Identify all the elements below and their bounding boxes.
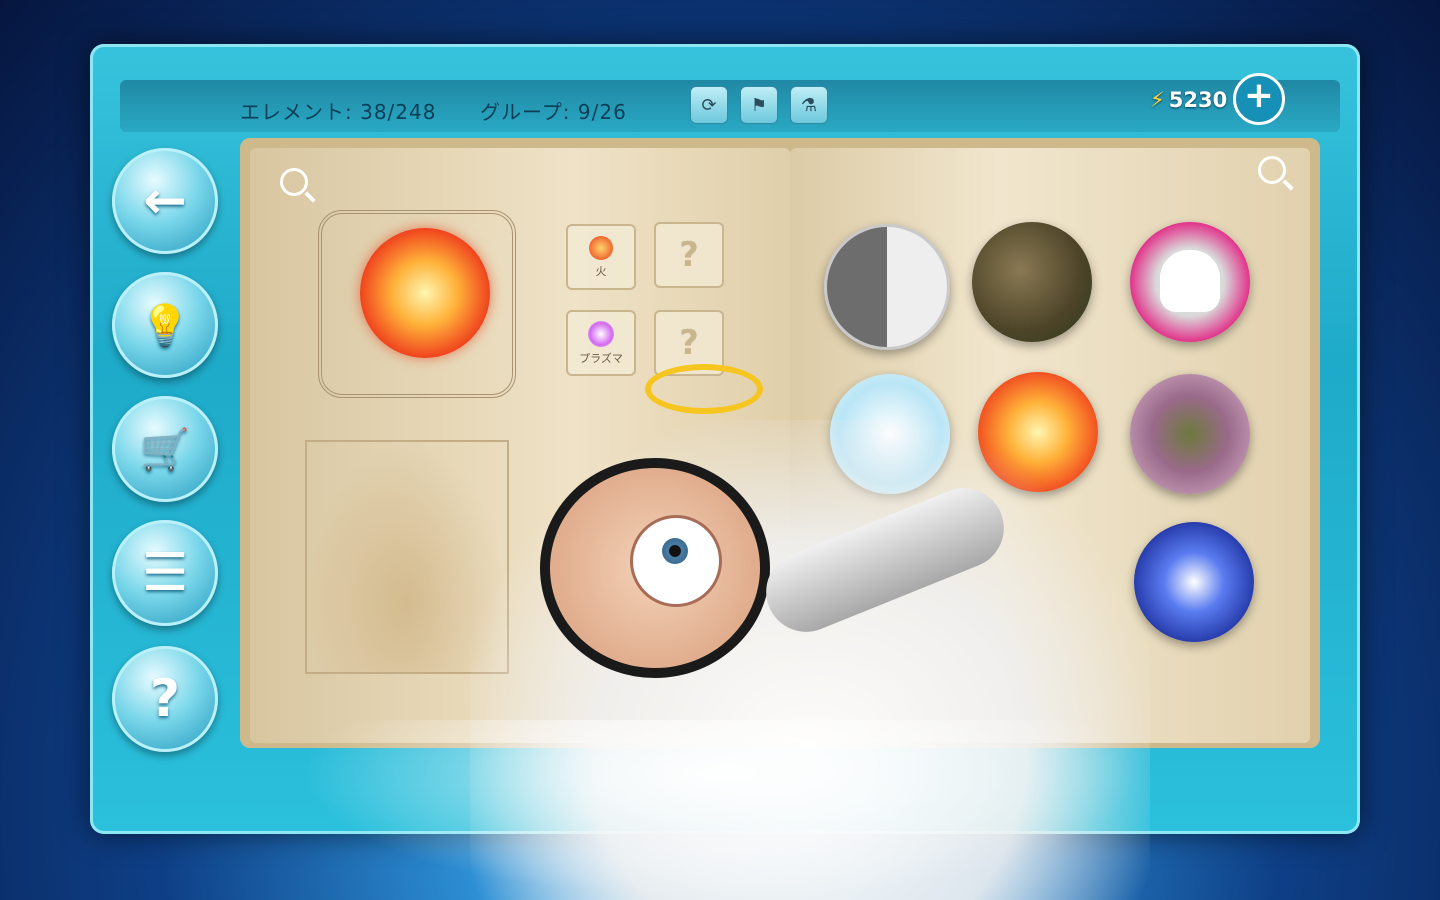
back-button[interactable]: ← [112, 148, 218, 254]
reset-icon[interactable]: ⟳ [690, 86, 728, 124]
recipe-slot[interactable]: プラズマ [566, 310, 636, 376]
fire-icon [589, 235, 613, 260]
recipe-slot[interactable]: ? [654, 222, 724, 288]
shop-button[interactable]: 🛒 [112, 396, 218, 502]
recipe-slot-label: 火 [595, 264, 607, 278]
potion-icon[interactable]: ⚗ [790, 86, 828, 124]
unknown-slot-mark: ? [679, 235, 699, 275]
halo-icon [645, 364, 763, 414]
list-button[interactable]: ☰ [112, 520, 218, 626]
lightning-icon: ⚡ [1150, 88, 1165, 112]
help-button[interactable]: ? [112, 646, 218, 752]
recipe-slot[interactable]: 火 [566, 224, 636, 290]
back-arrow-icon: ← [143, 171, 187, 231]
hints-button[interactable]: 💡 [112, 272, 218, 378]
elements-counter: エレメント: 38/248 [240, 100, 437, 124]
add-currency-button[interactable]: + [1233, 73, 1285, 125]
checkered-flag-icon[interactable]: ⚑ [740, 86, 778, 124]
unknown-slot-mark: ? [679, 323, 699, 363]
shop-cart-icon: 🛒 [140, 426, 190, 473]
light-burst [300, 720, 1140, 900]
help-question-icon: ? [149, 669, 181, 729]
search-icon[interactable] [280, 168, 308, 196]
element-stone[interactable] [972, 222, 1092, 342]
element-skull[interactable] [1130, 222, 1250, 342]
plasma-icon [588, 320, 614, 347]
hint-bulbs-icon: 💡 [140, 302, 190, 349]
element-water[interactable] [1134, 522, 1254, 642]
pupil [662, 538, 688, 564]
currency-display: ⚡ 5230 [1150, 88, 1227, 112]
skull-icon [1160, 250, 1220, 312]
search-icon[interactable] [1258, 156, 1286, 184]
selected-element-fire[interactable] [360, 228, 490, 358]
currency-amount: 5230 [1168, 88, 1228, 112]
recipe-slot-label: プラズマ [579, 351, 623, 365]
element-yin-yang[interactable] [824, 224, 950, 350]
groups-counter: グループ: 9/26 [480, 100, 627, 124]
list-icon: ☰ [141, 543, 189, 603]
